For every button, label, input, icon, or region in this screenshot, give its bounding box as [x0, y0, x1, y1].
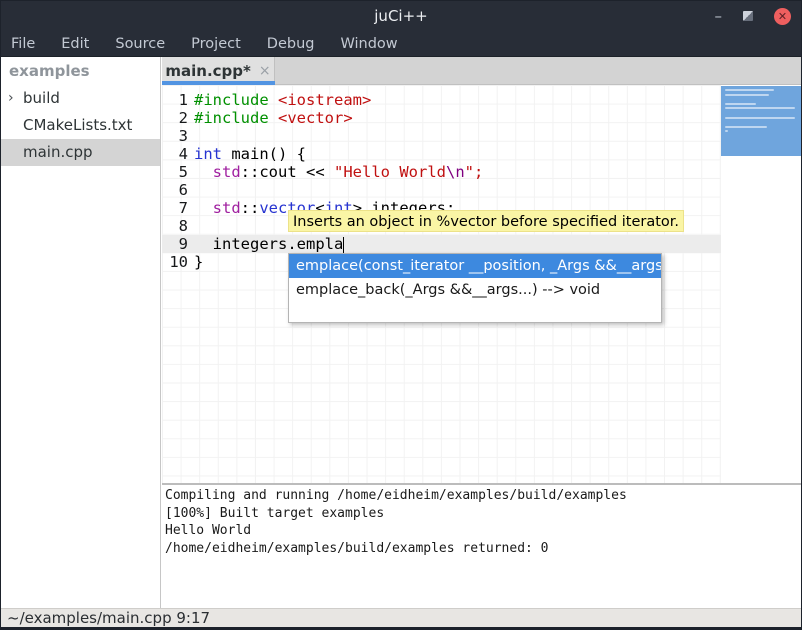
line-number: 5 [162, 163, 188, 181]
terminal-line: Compiling and running /home/eidheim/exam… [165, 487, 802, 505]
expander-icon[interactable]: › [8, 85, 14, 112]
line-number: 1 [162, 91, 188, 109]
code-line: #include <iostream> [194, 91, 483, 109]
tabbar: main.cpp* × [162, 57, 802, 85]
line-number: 3 [162, 127, 188, 145]
menu-item-debug[interactable]: Debug [267, 36, 315, 52]
status-file-position: ~/examples/main.cpp 9:17 [7, 609, 210, 627]
minimap-code-line [725, 94, 769, 96]
code-token [194, 199, 213, 217]
tree-item-main-cpp[interactable]: main.cpp [1, 139, 160, 166]
window-title: juCi++ [1, 1, 801, 31]
terminal-line: Hello World [165, 522, 802, 540]
window-controls: – ✕ [715, 1, 792, 31]
code-token: "; [465, 163, 484, 181]
code-token: std [213, 199, 241, 217]
minimap-code-line [725, 89, 774, 91]
line-number: 4 [162, 145, 188, 163]
code-line: int main() { [194, 145, 483, 163]
tab-label: main.cpp* [165, 62, 250, 80]
code-line: std::cout << "Hello World\n"; [194, 163, 483, 181]
code-line: integers.empla [194, 235, 483, 253]
close-icon[interactable]: ✕ [774, 8, 791, 25]
text-cursor [343, 237, 344, 253]
menu-item-file[interactable]: File [11, 36, 35, 52]
line-number: 10 [162, 253, 188, 271]
code-token: #include [194, 109, 269, 127]
menu-item-source[interactable]: Source [115, 36, 165, 52]
app-window: juCi++ – ✕ File Edit Source Project Debug Win… [0, 0, 802, 630]
minimap-code-line [725, 103, 756, 105]
code-editor[interactable]: 12345678910 #include <iostream>#include … [162, 85, 802, 483]
code-area[interactable]: #include <iostream>#include <vector>int … [194, 91, 483, 271]
minimap-code-line [725, 130, 728, 132]
minimap-code-line [725, 117, 795, 119]
doc-tooltip: Inserts an object in %vector before spec… [288, 210, 684, 232]
file-tree: › build CMakeLists.txt main.cpp [1, 85, 160, 166]
code-token: main() { [222, 145, 306, 163]
tree-item-label: main.cpp [23, 143, 93, 161]
autocomplete-item[interactable]: emplace_back(_Args &&__args...) --> void [289, 278, 661, 302]
autocomplete-popup: emplace(const_iterator __position, _Args… [288, 253, 662, 323]
code-token: ::cout << [241, 163, 334, 181]
code-token: "Hello World [334, 163, 446, 181]
menu-item-edit[interactable]: Edit [61, 36, 89, 52]
restore-icon[interactable] [743, 11, 753, 21]
titlebar: juCi++ – ✕ [1, 1, 801, 31]
code-token: integers.empla [194, 235, 343, 253]
terminal-line: [100%] Built target examples [165, 505, 802, 523]
minimap-visible-region[interactable] [721, 86, 801, 156]
code-token: \n [446, 163, 465, 181]
tab-close-icon[interactable]: × [259, 63, 271, 79]
project-name: examples [1, 57, 160, 85]
line-number: 7 [162, 199, 188, 217]
code-token [269, 109, 278, 127]
build-output-terminal[interactable]: Compiling and running /home/eidheim/exam… [162, 485, 802, 608]
line-number: 6 [162, 181, 188, 199]
minimap-code-line [725, 107, 795, 109]
code-token [269, 91, 278, 109]
code-token: <iostream> [278, 91, 371, 109]
code-token: int [194, 145, 222, 163]
menu-item-project[interactable]: Project [191, 36, 241, 52]
code-token: <vector> [278, 109, 353, 127]
code-line [194, 127, 483, 145]
code-token: std [213, 163, 241, 181]
tree-item-label: CMakeLists.txt [23, 116, 132, 134]
line-number: 8 [162, 217, 188, 235]
menubar: File Edit Source Project Debug Window [1, 31, 801, 57]
tree-item-label: build [23, 89, 60, 107]
code-line: #include <vector> [194, 109, 483, 127]
code-token: } [194, 253, 203, 271]
line-number: 9 [162, 235, 188, 253]
tree-item-build[interactable]: › build [1, 85, 160, 112]
terminal-line: /home/eidheim/examples/build/examples re… [165, 540, 802, 558]
code-line [194, 181, 483, 199]
autocomplete-item[interactable]: emplace(const_iterator __position, _Args… [289, 254, 661, 278]
minimize-icon[interactable]: – [715, 11, 723, 21]
menu-item-window[interactable]: Window [340, 36, 397, 52]
tree-item-cmakelists-txt[interactable]: CMakeLists.txt [1, 112, 160, 139]
code-token [194, 163, 213, 181]
code-token: :: [241, 199, 260, 217]
minimap-code-line [725, 126, 767, 128]
line-number: 2 [162, 109, 188, 127]
file-tree-panel: examples › build CMakeLists.txt main.cpp [1, 57, 161, 608]
line-number-gutter: 12345678910 [162, 91, 188, 271]
statusbar: ~/examples/main.cpp 9:17 [1, 608, 801, 628]
code-token: #include [194, 91, 269, 109]
minimap[interactable] [721, 85, 802, 483]
